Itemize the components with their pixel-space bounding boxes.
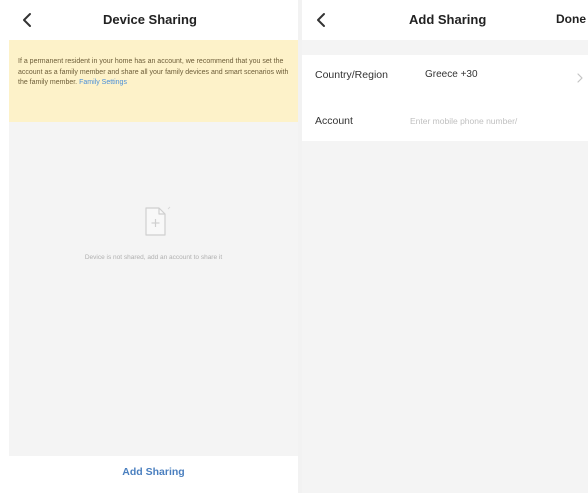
chevron-right-icon: [576, 70, 584, 83]
account-label: Account: [315, 115, 353, 127]
device-sharing-screen: Device Sharing If a permanent resident i…: [0, 0, 298, 493]
country-region-row[interactable]: Country/Region Greece +30: [302, 55, 588, 95]
country-region-label: Country/Region: [315, 69, 388, 81]
empty-state-text: Device is not shared, add an account to …: [84, 254, 223, 261]
empty-state-area: Device is not shared, add an account to …: [9, 122, 298, 456]
navbar: Add Sharing Done: [302, 0, 588, 40]
family-settings-link[interactable]: Family Settings: [79, 79, 127, 86]
add-sharing-button[interactable]: Add Sharing: [9, 466, 298, 478]
account-input[interactable]: [410, 116, 586, 126]
add-sharing-screen: Add Sharing Done Country/Region Greece +…: [302, 0, 588, 493]
page-title: Add Sharing: [409, 12, 487, 27]
page-title: Device Sharing: [103, 12, 197, 27]
chevron-left-icon[interactable]: [312, 10, 332, 30]
chevron-left-icon[interactable]: [18, 10, 38, 30]
done-button[interactable]: Done: [556, 12, 586, 26]
country-region-value: Greece +30: [425, 69, 478, 80]
form-background: [302, 141, 588, 493]
document-plus-icon: [137, 204, 173, 240]
notice-text: If a permanent resident in your home has…: [18, 58, 289, 87]
form-spacer: [302, 40, 588, 55]
notice-banner: If a permanent resident in your home has…: [9, 40, 298, 122]
account-row: Account: [302, 101, 588, 141]
navbar: Device Sharing: [0, 0, 298, 40]
